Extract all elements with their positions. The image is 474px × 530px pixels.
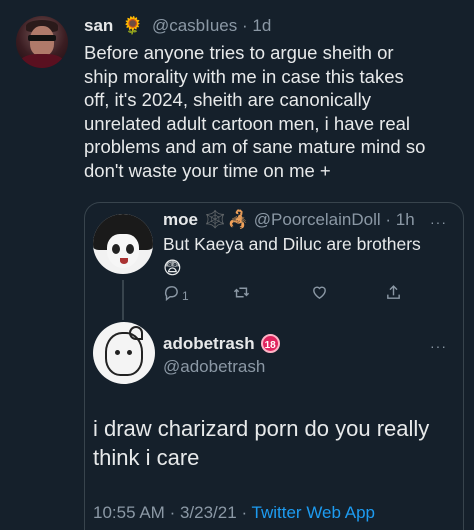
reply-button[interactable]: 1 bbox=[163, 283, 189, 303]
reply-header: moe 🕸️ 🦂 @PoorcelainDoll · 1h bbox=[163, 210, 415, 230]
reply-action-bar: 1 bbox=[163, 283, 413, 305]
heart-icon bbox=[313, 286, 326, 299]
tweet-line: Before anyone tries to argue sheith or bbox=[84, 42, 394, 63]
sunflower-icon: 🌻 bbox=[122, 16, 144, 35]
tweet-line: unrelated adult cartoon men, i have real bbox=[84, 112, 411, 134]
share-button[interactable] bbox=[385, 283, 402, 301]
original-date[interactable]: 3/23/21 bbox=[180, 503, 237, 522]
source-link[interactable]: Twitter Web App bbox=[252, 503, 375, 522]
separator: · bbox=[241, 503, 248, 522]
share-icon bbox=[387, 284, 400, 299]
tweet-line: off, it's 2024, sheith are canonically bbox=[84, 89, 372, 110]
tweet-header: san 🌻 @casbIues · 1d bbox=[84, 16, 271, 36]
original-meta: 10:55 AM · 3/23/21 · Twitter Web App bbox=[93, 503, 375, 523]
reply-count: 1 bbox=[182, 289, 189, 303]
fearful-face-emoji: 😨 bbox=[163, 258, 182, 278]
spiderweb-icon: 🕸️ bbox=[204, 210, 226, 229]
original-text: i draw charizard porn do you really thin… bbox=[93, 414, 463, 472]
main-tweet: san 🌻 @casbIues · 1d Before anyone tries… bbox=[0, 0, 474, 530]
handle[interactable]: @casbIues bbox=[152, 16, 237, 35]
avatar-san[interactable] bbox=[16, 16, 68, 68]
more-options-icon[interactable]: ··· bbox=[430, 338, 447, 354]
separator: · bbox=[385, 210, 392, 229]
timestamp[interactable]: 1d bbox=[252, 16, 271, 35]
scorpion-icon: 🦂 bbox=[227, 210, 250, 229]
tweet-body: Before anyone tries to argue sheith or s… bbox=[84, 41, 464, 182]
original-line: think i care bbox=[93, 445, 200, 470]
original-display-name[interactable]: adobetrash 18 bbox=[163, 334, 280, 354]
reply-timestamp[interactable]: 1h bbox=[396, 210, 415, 229]
separator: · bbox=[169, 503, 176, 522]
18-plus-badge: 18 bbox=[260, 334, 280, 353]
separator: · bbox=[241, 16, 248, 35]
tweet-line: don't waste your time on me + bbox=[84, 159, 331, 181]
original-name-text: adobetrash bbox=[163, 334, 255, 353]
tweet-line: ship morality with me in case this takes bbox=[84, 65, 404, 87]
reply-text: But Kaeya and Diluc are brothers bbox=[163, 234, 421, 254]
like-button[interactable] bbox=[311, 283, 328, 301]
more-options-icon[interactable]: ··· bbox=[430, 214, 447, 230]
original-handle[interactable]: @adobetrash bbox=[163, 357, 265, 377]
display-name[interactable]: san bbox=[84, 16, 113, 35]
reply-icon bbox=[164, 285, 178, 301]
retweet-icon bbox=[233, 287, 250, 297]
reply-display-name[interactable]: moe bbox=[163, 210, 198, 229]
tweet-line: problems and am of sane mature mind so bbox=[84, 136, 426, 157]
thread-connector bbox=[122, 280, 124, 320]
avatar-adobetrash[interactable] bbox=[93, 322, 155, 384]
retweet-button[interactable] bbox=[233, 283, 250, 301]
original-line: i draw charizard porn do you really bbox=[93, 416, 430, 441]
original-time[interactable]: 10:55 AM bbox=[93, 503, 165, 522]
avatar-moe[interactable] bbox=[93, 214, 153, 274]
reply-handle[interactable]: @PoorcelainDoll bbox=[254, 210, 381, 229]
